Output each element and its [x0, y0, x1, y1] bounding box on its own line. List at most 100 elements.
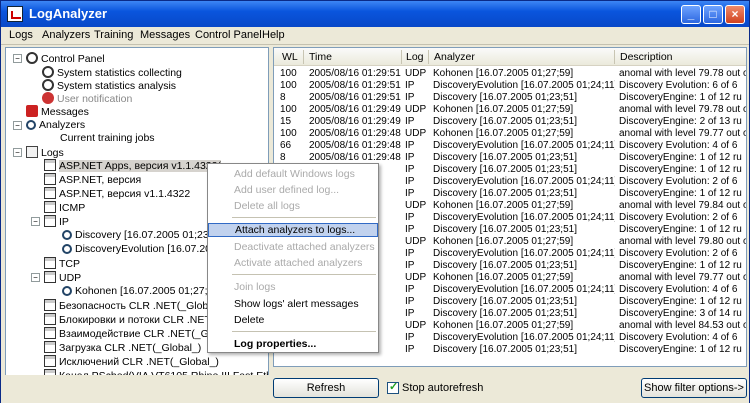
tree-item-log[interactable]: ASP.NET, версия v1.1.4322	[44, 187, 190, 200]
cell-time: 2005/08/16 01:29:48	[309, 140, 401, 151]
log-icon	[44, 355, 56, 367]
column-header-log[interactable]: Log	[406, 51, 424, 63]
show-filter-options-button[interactable]: Show filter options->	[641, 378, 747, 398]
minimize-button[interactable]: _	[681, 5, 701, 24]
stop-autorefresh-checkbox[interactable]	[387, 380, 399, 394]
tree-item-analyzers[interactable]: Analyzers	[26, 119, 85, 132]
menu-logs[interactable]: Logs	[9, 29, 33, 41]
cell-log: IP	[405, 260, 415, 271]
tree-item-analyzer[interactable]: Discovery [16.07.2005 01;23;51	[62, 229, 223, 242]
title-bar: LogAnalyzer _ □ ×	[1, 1, 749, 27]
menu-item-delete-all-logs[interactable]: Delete all logs	[208, 200, 378, 214]
cell-time: 2005/08/16 01:29:51	[309, 68, 401, 79]
table-row[interactable]: 100 2005/08/16 01:29:51 IP DiscoveryEvoluti…	[274, 80, 746, 92]
menu-item-activate-attached-analyzers[interactable]: Activate attached analyzers	[208, 257, 378, 271]
cell-analyzer: Discovery [16.07.2005 01;23;51]	[433, 152, 577, 163]
tree-item-system-statistics-collecting[interactable]: System statistics collecting	[42, 66, 182, 79]
disabled-icon	[42, 92, 54, 104]
collapse-toggle[interactable]: −	[13, 121, 22, 130]
cell-wl: 8	[280, 92, 286, 103]
magnifier-icon	[62, 230, 72, 240]
table-row[interactable]: 8 2005/08/16 01:29:51 IP Discovery [16.07.2…	[274, 92, 746, 104]
cell-log: UDP	[405, 68, 427, 79]
column-header-analyzer[interactable]: Analyzer	[434, 51, 475, 63]
cell-log: UDP	[405, 320, 427, 331]
cell-analyzer: Discovery [16.07.2005 01;23;51]	[433, 344, 577, 355]
tree-item-log[interactable]: ASP.NET, версия	[44, 173, 141, 186]
cell-wl: 100	[280, 104, 297, 115]
tree-item-log[interactable]: ICMP	[44, 201, 85, 214]
tree-item-log[interactable]: Безопасность CLR .NET(_Global_)	[44, 299, 226, 312]
maximize-icon: □	[709, 7, 717, 21]
cell-description: anomal with level 79.84 out o	[619, 200, 747, 211]
cell-wl: 66	[280, 140, 292, 151]
cell-analyzer: Kohonen [16.07.2005 01;27;59]	[433, 128, 574, 139]
collapse-toggle[interactable]: −	[13, 148, 22, 157]
table-vertical-scrollbar[interactable]	[737, 48, 747, 366]
log-icon	[44, 313, 56, 325]
menu-item-join-logs[interactable]: Join logs	[208, 281, 378, 295]
cell-log: UDP	[405, 200, 427, 211]
tree-item-log[interactable]: IP	[44, 215, 69, 228]
table-row[interactable]: 100 2005/08/16 01:29:48 UDP Kohonen [16.07.…	[274, 128, 747, 140]
menu-item-attach-analyzers[interactable]: Attach analyzers to logs...	[208, 223, 378, 237]
close-button[interactable]: ×	[725, 5, 745, 24]
cell-analyzer: Discovery [16.07.2005 01;23;51]	[433, 260, 577, 271]
menu-help[interactable]: Help	[262, 29, 285, 41]
magnifier-icon	[62, 244, 72, 254]
tree-item-log[interactable]: UDP	[44, 271, 81, 284]
cell-description: DiscoveryEngine: 1 of 12 ru	[619, 296, 742, 307]
table-row[interactable]: 15 2005/08/16 01:29:49 IP Discovery [16.07.…	[274, 116, 746, 128]
tree-item-analyzer[interactable]: Kohonen [16.07.2005 01;27;59]	[62, 285, 222, 298]
menu-item-log-properties[interactable]: Log properties...	[208, 338, 378, 352]
menu-item-deactivate-attached-analyzers[interactable]: Deactivate attached analyzers	[208, 241, 378, 255]
cell-description: anomal with level 79.77 out o	[619, 128, 747, 139]
cell-time: 2005/08/16 01:29:48	[309, 152, 401, 163]
tree-item-user-notification[interactable]: User notification	[42, 92, 132, 105]
tree-item-system-statistics-analysis[interactable]: System statistics analysis	[42, 79, 176, 92]
tree-item-log[interactable]: TCP	[44, 257, 80, 270]
log-icon	[44, 201, 56, 213]
refresh-button[interactable]: Refresh	[273, 378, 379, 398]
column-header-time[interactable]: Time	[309, 51, 332, 63]
menu-control-panel[interactable]: Control Panel	[195, 29, 262, 41]
log-icon	[44, 215, 56, 227]
column-header-description[interactable]: Description	[620, 51, 673, 63]
menu-item-add-user-defined-log[interactable]: Add user defined log...	[208, 184, 378, 198]
cell-analyzer: Kohonen [16.07.2005 01;27;59]	[433, 68, 574, 79]
tree-item-control-panel[interactable]: Control Panel	[26, 52, 105, 65]
menu-messages[interactable]: Messages	[140, 29, 190, 41]
collapse-toggle[interactable]: −	[31, 217, 40, 226]
menu-item-delete[interactable]: Delete	[208, 314, 378, 328]
log-icon	[44, 257, 56, 269]
table-row[interactable]: 100 2005/08/16 01:29:49 UDP Kohonen [16.07.…	[274, 104, 746, 116]
maximize-button[interactable]: □	[703, 5, 723, 24]
tree-item-log[interactable]: Исключений CLR .NET(_Global_)	[44, 355, 219, 368]
log-icon	[44, 341, 56, 353]
collapse-toggle[interactable]: −	[13, 54, 22, 63]
close-icon: ×	[731, 7, 739, 21]
cell-description: Discovery Evolution: 2 of 6	[619, 248, 738, 259]
menu-analyzers[interactable]: Analyzers	[42, 29, 90, 41]
magnifier-icon	[62, 286, 72, 296]
collapse-toggle[interactable]: −	[31, 273, 40, 282]
cell-wl: 15	[280, 116, 292, 127]
tree-item-log[interactable]: ASP.NET Apps, версия v1.1.4322(	[44, 159, 221, 172]
cell-log: IP	[405, 248, 415, 259]
tree-item-analyzer[interactable]: DiscoveryEvolution [16.07.2005	[62, 243, 223, 256]
tree-item-messages[interactable]: Messages	[26, 105, 89, 118]
cell-wl: 8	[280, 152, 286, 163]
menu-training[interactable]: Training	[94, 29, 133, 41]
tree-item-log[interactable]: Блокировки и потоки CLR .NET(_Gl	[44, 313, 231, 326]
cell-log: IP	[405, 80, 415, 91]
tree-item-current-training-jobs[interactable]: Current training jobs	[60, 132, 155, 145]
column-header-wl[interactable]: WL	[282, 51, 298, 63]
table-row[interactable]: 66 2005/08/16 01:29:48 IP DiscoveryEvolutio…	[274, 140, 746, 152]
table-row[interactable]: 100 2005/08/16 01:29:51 UDP Kohonen [16.07.…	[274, 68, 746, 80]
menu-item-show-logs-alert-messages[interactable]: Show logs' alert messages	[208, 298, 378, 312]
tree-item-log[interactable]: Загрузка CLR .NET(_Global_)	[44, 341, 201, 354]
menu-item-add-default-windows-logs[interactable]: Add default Windows logs	[208, 168, 378, 182]
minimize-icon: _	[687, 7, 695, 21]
tree-item-logs[interactable]: Logs	[26, 146, 64, 159]
cell-analyzer: Discovery [16.07.2005 01;23;51]	[433, 164, 577, 175]
